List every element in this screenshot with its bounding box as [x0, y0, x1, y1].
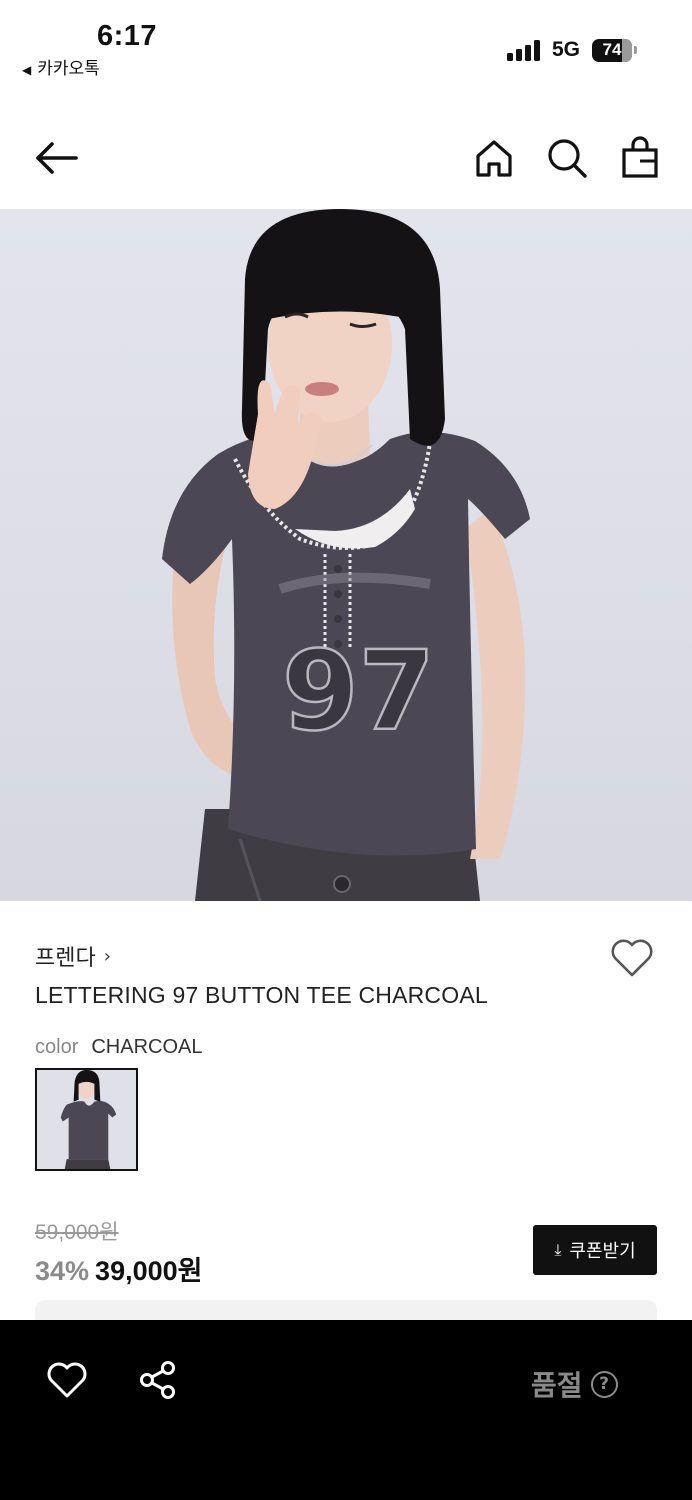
- battery-level: 74: [602, 40, 622, 59]
- sold-out-status: 품절 ?: [531, 1364, 618, 1404]
- product-image[interactable]: 97: [0, 209, 692, 901]
- product-title: LETTERING 97 BUTTON TEE CHARCOAL: [35, 982, 488, 1008]
- top-navigation: [0, 110, 692, 208]
- brand-name: 프렌다: [35, 946, 96, 971]
- discount-rate: 34%: [35, 1256, 90, 1286]
- price-row: 34% 39,000원: [35, 1249, 202, 1288]
- search-icon[interactable]: [545, 136, 589, 180]
- color-value: CHARCOAL: [91, 1036, 203, 1058]
- status-bar: 6:17 ◀ 카카오톡 5G 74: [0, 0, 692, 90]
- original-price: 59,000원: [35, 1221, 119, 1244]
- battery-icon: 74: [592, 38, 637, 62]
- coupon-button-label: 쿠폰받기: [569, 1241, 636, 1262]
- shopping-bag-icon[interactable]: [620, 136, 660, 180]
- download-icon: ⤓: [554, 1240, 562, 1259]
- sale-price: 39,000원: [95, 1256, 203, 1286]
- return-app-name: 카카오톡: [37, 59, 100, 79]
- help-question-icon[interactable]: ?: [590, 1370, 618, 1398]
- cellular-signal-icon: [506, 39, 540, 61]
- wishlist-heart-icon[interactable]: [608, 935, 656, 979]
- brand-link[interactable]: 프렌다 ›: [35, 940, 111, 972]
- color-swatch-thumbnail[interactable]: [35, 1068, 138, 1171]
- color-label: color: [35, 1036, 79, 1058]
- chevron-right-icon: ›: [103, 945, 111, 967]
- bottom-action-bar: 품절 ?: [0, 1320, 692, 1500]
- status-time: 6:17: [97, 20, 158, 52]
- sold-out-label: 품절: [531, 1369, 583, 1402]
- like-heart-icon[interactable]: [46, 1360, 88, 1400]
- home-icon[interactable]: [472, 136, 516, 180]
- network-type: 5G: [551, 38, 580, 61]
- download-coupon-button[interactable]: ⤓ 쿠폰받기: [533, 1225, 657, 1275]
- color-option-row: color CHARCOAL: [35, 1036, 203, 1059]
- back-arrow-icon[interactable]: [32, 136, 80, 180]
- share-icon[interactable]: [138, 1360, 178, 1400]
- status-indicators: 5G 74: [506, 38, 637, 62]
- return-to-app-link[interactable]: ◀ 카카오톡: [22, 54, 100, 79]
- shirt-print-number: 97: [282, 627, 435, 755]
- back-triangle-icon: ◀: [22, 63, 32, 77]
